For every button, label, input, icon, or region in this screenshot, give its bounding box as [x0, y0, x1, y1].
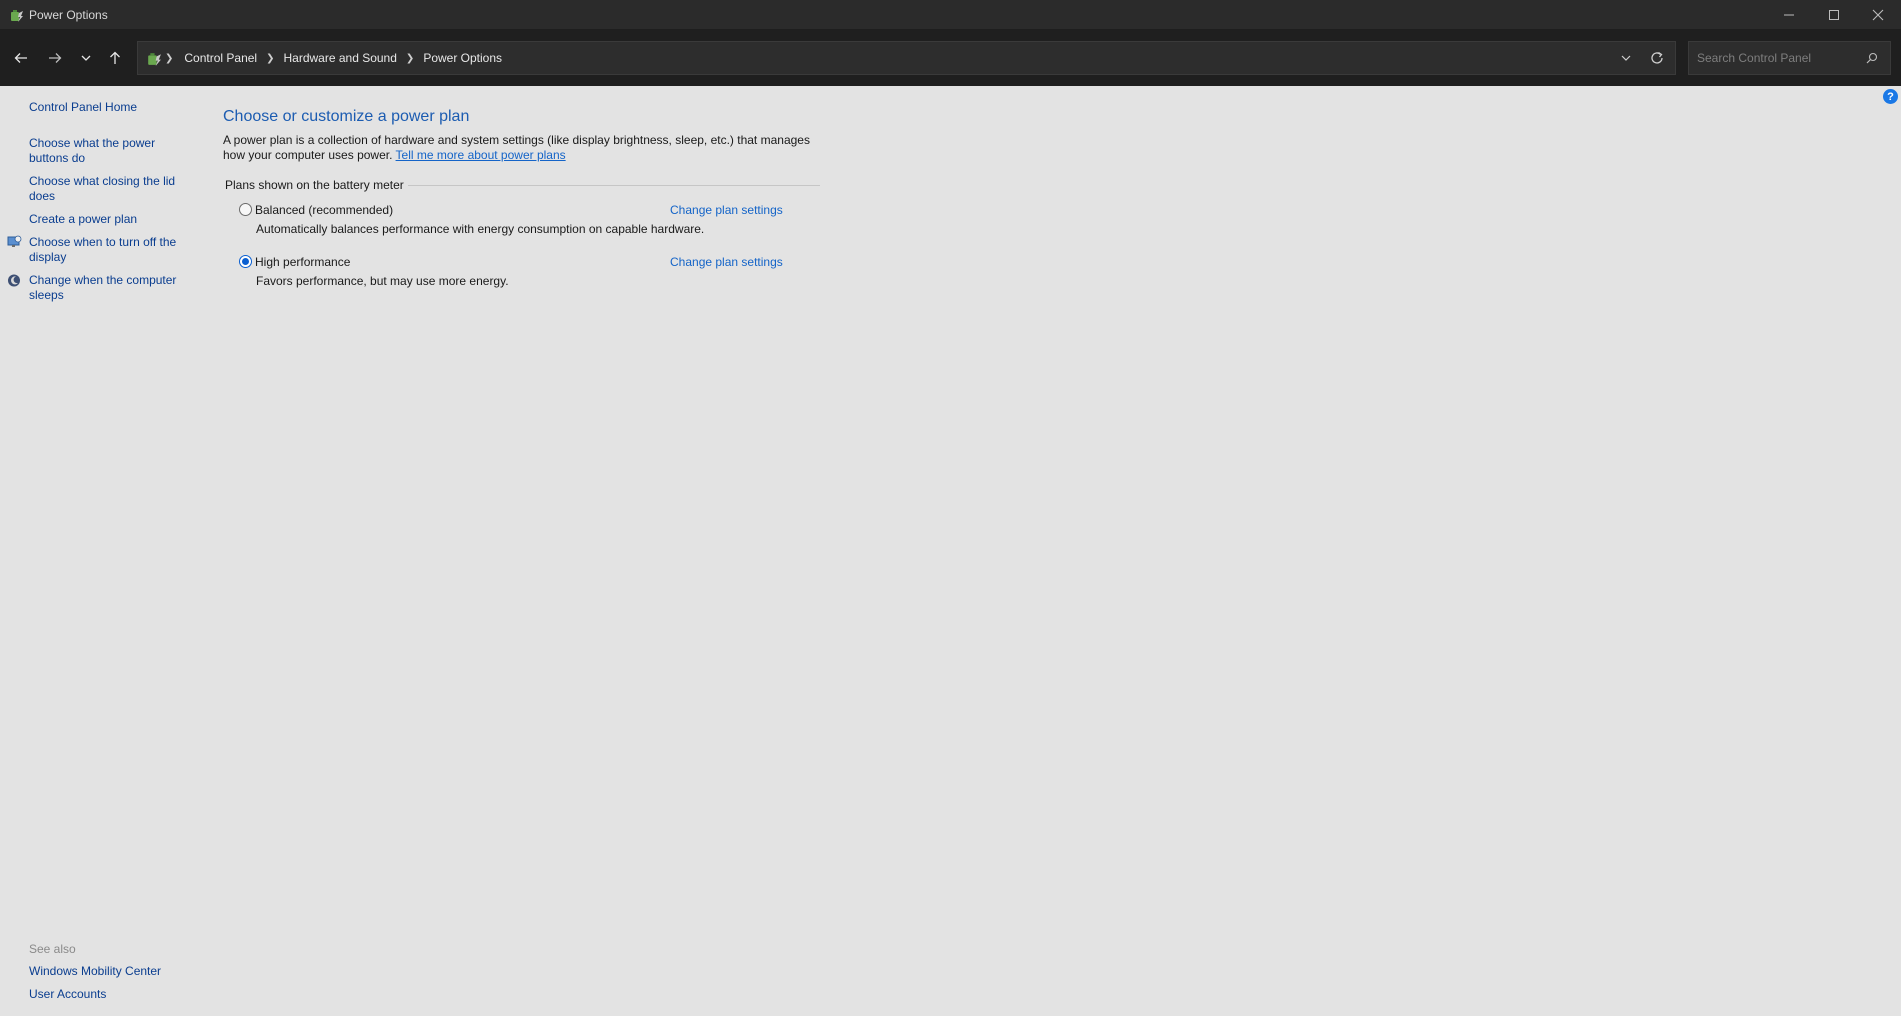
chevron-down-icon	[81, 55, 91, 61]
change-plan-settings-link[interactable]: Change plan settings	[670, 203, 783, 217]
forward-button[interactable]	[43, 46, 67, 70]
task-pane: Control Panel Home Choose what the power…	[0, 86, 200, 1016]
turn-off-display-link[interactable]: Choose when to turn off the display	[29, 235, 189, 265]
maximize-button[interactable]	[1811, 0, 1857, 30]
refresh-icon[interactable]	[1649, 50, 1665, 66]
arrow-right-icon	[49, 53, 62, 63]
mobility-center-link[interactable]: Windows Mobility Center	[29, 964, 189, 979]
display-icon	[7, 235, 22, 247]
breadcrumb-hardware-and-sound[interactable]: Hardware and Sound	[284, 51, 397, 65]
close-button[interactable]	[1855, 0, 1901, 30]
see-also-label: See also	[29, 942, 76, 956]
computer-sleeps-link[interactable]: Change when the computer sleeps	[29, 273, 194, 303]
plan-radio-high-performance[interactable]	[239, 255, 252, 268]
create-power-plan-link[interactable]: Create a power plan	[29, 212, 189, 227]
help-icon[interactable]: ?	[1883, 89, 1898, 104]
chevron-right-icon[interactable]: ❯	[406, 53, 414, 64]
minimize-button[interactable]	[1766, 0, 1812, 30]
plan-name[interactable]: Balanced (recommended)	[255, 203, 393, 217]
search-input[interactable]	[1697, 50, 1857, 66]
page-title: Choose or customize a power plan	[223, 108, 470, 125]
recent-locations-button[interactable]	[74, 46, 98, 70]
change-plan-settings-link[interactable]: Change plan settings	[670, 255, 783, 269]
group-divider	[406, 185, 820, 186]
chevron-down-icon[interactable]	[1619, 51, 1633, 65]
plan-description: Automatically balances performance with …	[256, 222, 705, 236]
plan-radio-balanced[interactable]	[239, 203, 252, 216]
chevron-right-icon[interactable]: ❯	[266, 53, 274, 64]
sleep-icon	[8, 274, 20, 287]
power-options-icon	[148, 53, 161, 66]
power-options-icon	[11, 10, 23, 22]
window-title: Power Options	[29, 8, 108, 22]
control-panel-home-link[interactable]: Control Panel Home	[29, 100, 189, 115]
plan-description: Favors performance, but may use more ene…	[256, 274, 509, 288]
up-button[interactable]	[103, 46, 127, 70]
breadcrumb-power-options[interactable]: Power Options	[423, 51, 502, 65]
close-icon	[1872, 9, 1884, 21]
arrow-up-icon	[110, 51, 120, 64]
user-accounts-link[interactable]: User Accounts	[29, 987, 189, 1002]
page-description: A power plan is a collection of hardware…	[223, 133, 823, 163]
search-icon[interactable]	[1866, 52, 1878, 64]
chevron-right-icon[interactable]: ❯	[165, 53, 173, 64]
plan-name[interactable]: High performance	[255, 255, 350, 269]
learn-more-link[interactable]: Tell me more about power plans	[396, 148, 566, 162]
back-button[interactable]	[9, 46, 33, 70]
breadcrumb-control-panel[interactable]: Control Panel	[184, 51, 257, 65]
navigation-bar: ❯ Control Panel ❯ Hardware and Sound ❯ P…	[0, 30, 1901, 86]
title-bar: Power Options	[0, 0, 1901, 30]
minimize-icon	[1784, 14, 1794, 16]
arrow-left-icon	[14, 53, 27, 63]
address-bar[interactable]: ❯ Control Panel ❯ Hardware and Sound ❯ P…	[137, 41, 1676, 75]
group-label: Plans shown on the battery meter	[225, 178, 408, 192]
maximize-icon	[1829, 10, 1839, 20]
power-buttons-link[interactable]: Choose what the power buttons do	[29, 136, 169, 166]
breadcrumb: ❯ Control Panel ❯ Hardware and Sound ❯ P…	[165, 42, 502, 74]
closing-lid-link[interactable]: Choose what closing the lid does	[29, 174, 179, 204]
search-box[interactable]	[1688, 41, 1891, 75]
